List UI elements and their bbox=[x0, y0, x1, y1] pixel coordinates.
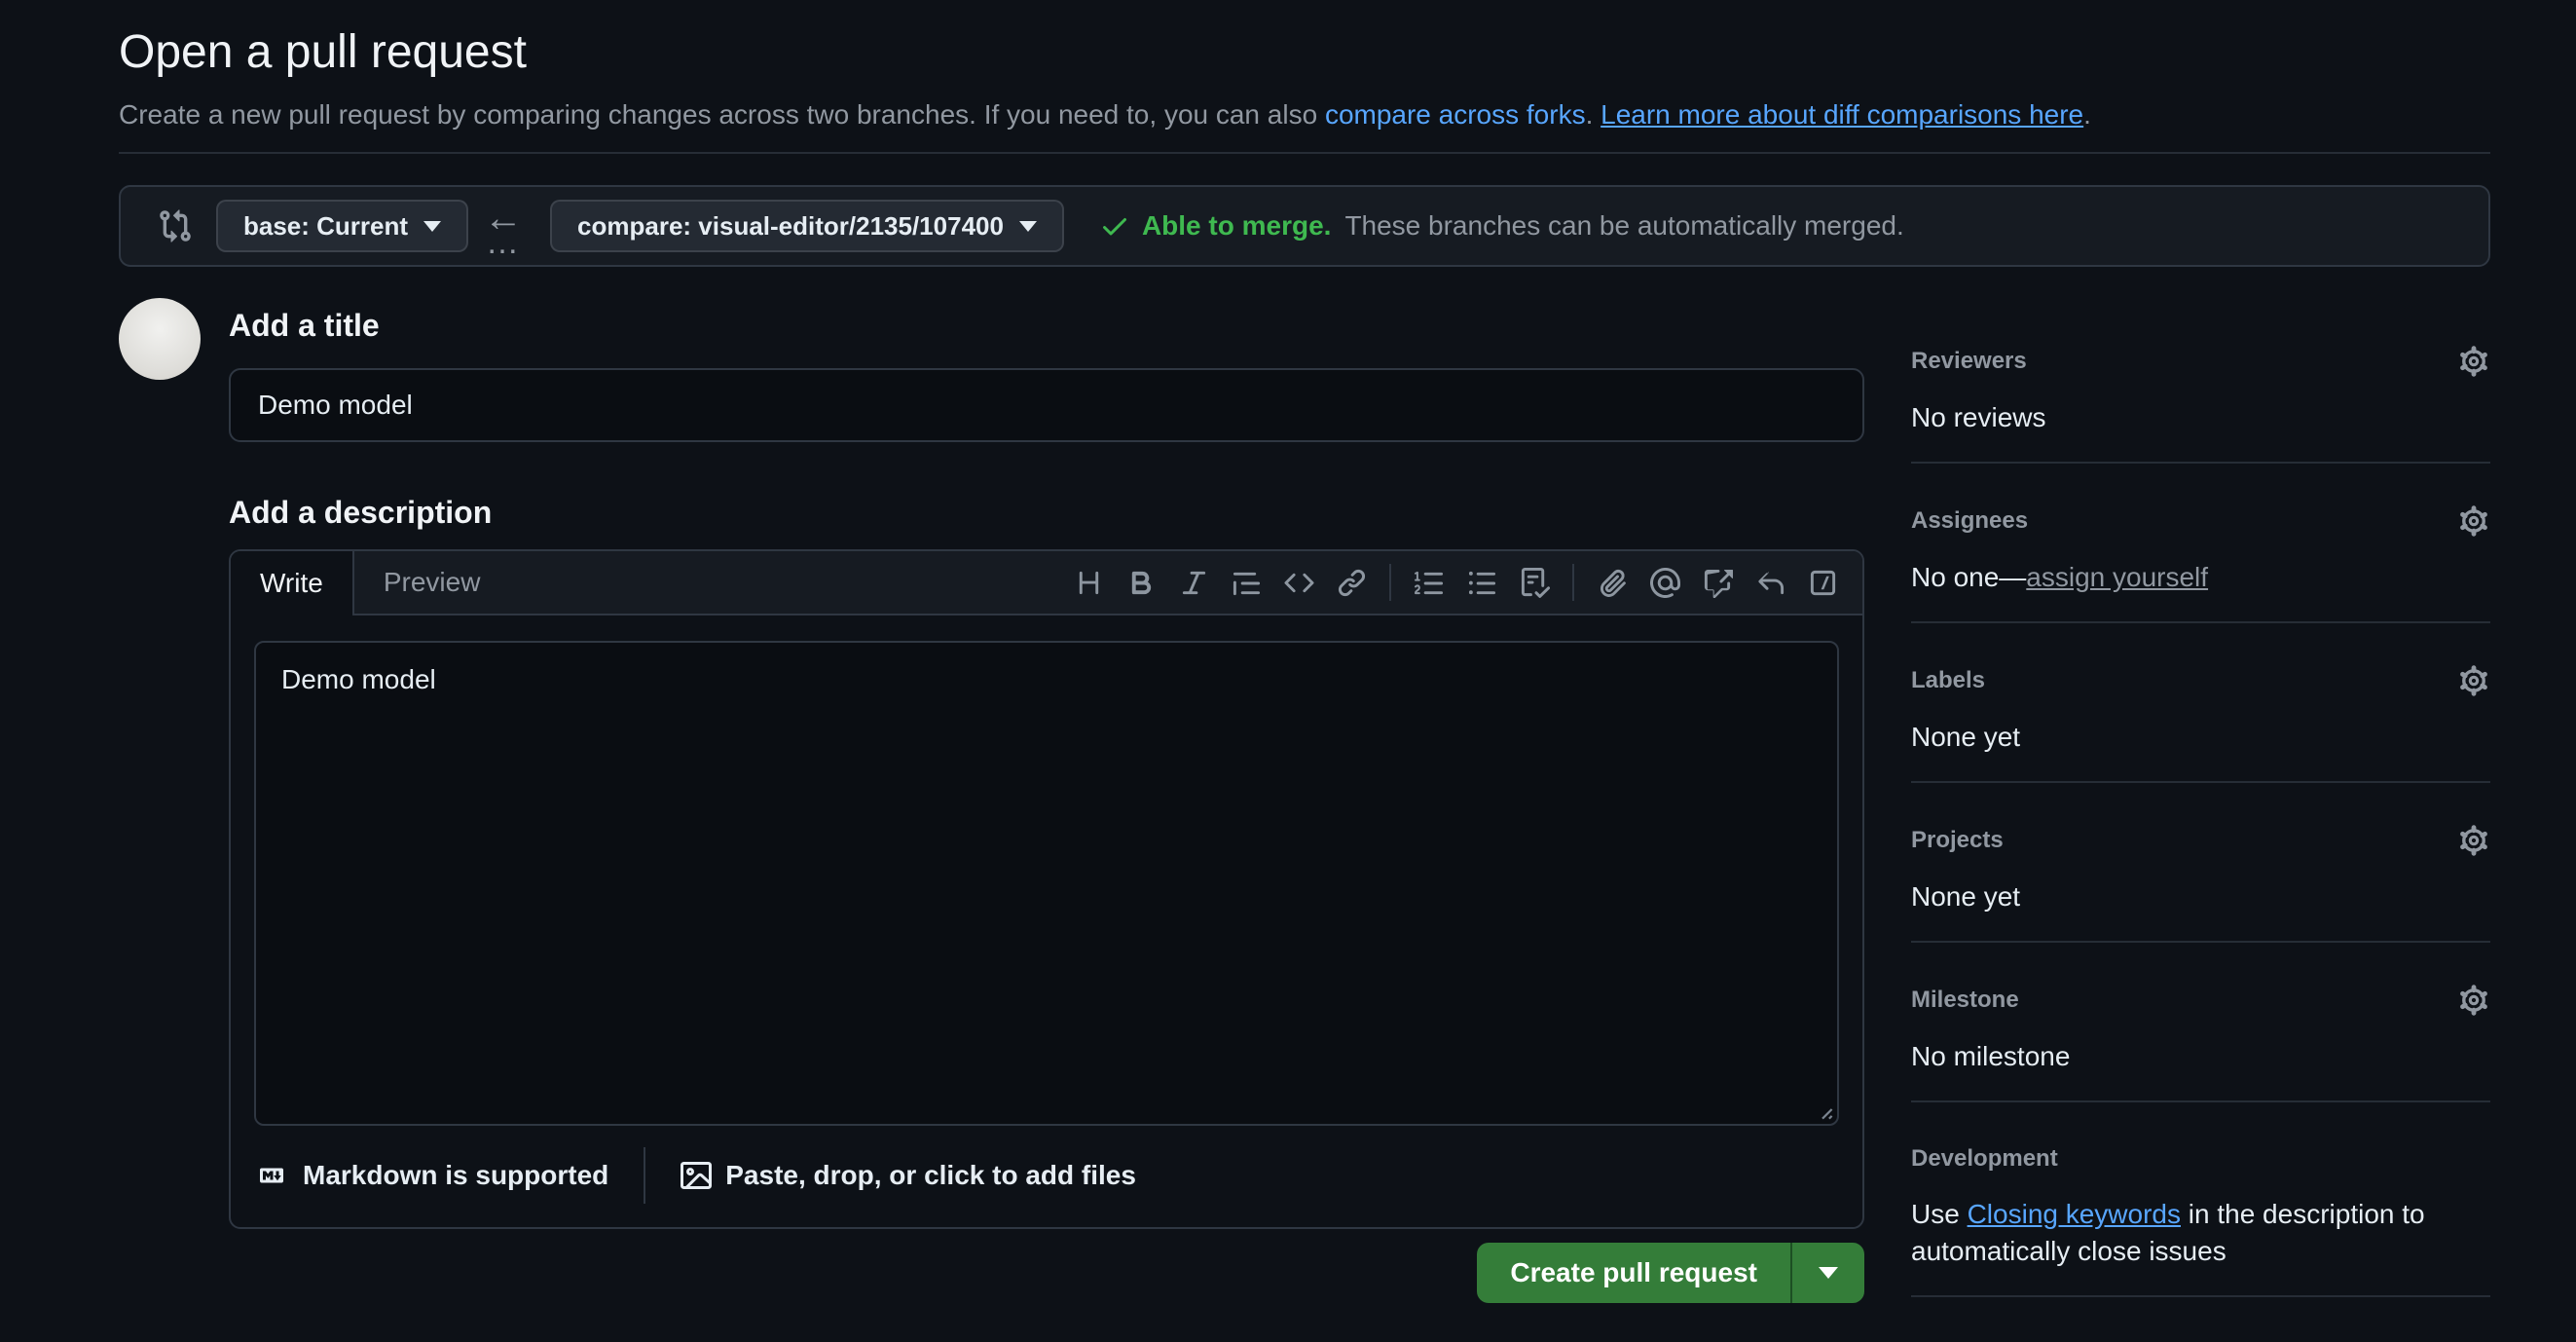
gear-icon[interactable] bbox=[2457, 504, 2490, 538]
merge-status-description: These branches can be automatically merg… bbox=[1344, 210, 1903, 242]
chevron-down-icon bbox=[1019, 221, 1037, 232]
subtitle-text: Create a new pull request by comparing c… bbox=[119, 99, 1325, 130]
pull-request-form: Add a title Add a description Write Prev… bbox=[229, 298, 1864, 1342]
markdown-toolbar bbox=[1066, 551, 1862, 614]
page-title: Open a pull request bbox=[119, 23, 2490, 82]
check-icon bbox=[1099, 210, 1130, 242]
tasklist-icon[interactable] bbox=[1512, 560, 1557, 605]
compare-branch-label: compare: visual-editor/2135/107400 bbox=[577, 211, 1004, 242]
gear-icon[interactable] bbox=[2457, 345, 2490, 378]
diff-comparisons-link[interactable]: Learn more about diff comparisons here bbox=[1601, 99, 2083, 130]
sidebar-section-reviewers: Reviewers No reviews bbox=[1911, 298, 2490, 464]
page-header: Open a pull request Create a new pull re… bbox=[119, 23, 2490, 154]
assign-yourself-link[interactable]: assign yourself bbox=[2026, 562, 2208, 592]
toolbar-divider bbox=[1389, 564, 1391, 601]
numbered-list-icon[interactable] bbox=[1407, 560, 1452, 605]
title-heading: Add a title bbox=[229, 306, 1864, 345]
compare-across-forks-link[interactable]: compare across forks bbox=[1325, 99, 1586, 130]
branch-compare-bar: base: Current ← … compare: visual-editor… bbox=[119, 185, 2490, 267]
slash-commands-icon[interactable] bbox=[1800, 560, 1845, 605]
sidebar: Reviewers No reviews Assignees No one—as… bbox=[1911, 298, 2490, 1342]
markdown-supported-note[interactable]: Markdown is supported bbox=[254, 1160, 608, 1191]
editor-footer: Markdown is supported Paste, drop, or cl… bbox=[254, 1147, 1839, 1204]
chevron-down-icon bbox=[423, 221, 441, 232]
sidebar-section-assignees: Assignees No one—assign yourself bbox=[1911, 464, 2490, 623]
labels-label: Labels bbox=[1911, 665, 1985, 696]
chevron-down-icon bbox=[1819, 1267, 1838, 1279]
sidebar-section-projects: Projects None yet bbox=[1911, 783, 2490, 943]
sidebar-section-labels: Labels None yet bbox=[1911, 623, 2490, 783]
compare-branch-button[interactable]: compare: visual-editor/2135/107400 bbox=[550, 200, 1064, 252]
markdown-editor: Write Preview bbox=[229, 549, 1864, 1229]
avatar bbox=[119, 298, 201, 380]
attach-file-icon[interactable] bbox=[1590, 560, 1635, 605]
tab-write[interactable]: Write bbox=[231, 551, 354, 615]
open-pull-request-page: Open a pull request Create a new pull re… bbox=[0, 0, 2576, 1342]
attach-files-area[interactable]: Paste, drop, or click to add files bbox=[681, 1160, 1136, 1191]
development-value: Use Closing keywords in the description … bbox=[1911, 1196, 2490, 1270]
base-branch-label: base: Current bbox=[243, 211, 408, 242]
milestone-value: No milestone bbox=[1911, 1038, 2490, 1075]
description-textarea[interactable]: Demo model bbox=[254, 641, 1839, 1126]
editor-tabs: Write Preview bbox=[231, 551, 1862, 615]
footer-divider bbox=[644, 1147, 645, 1204]
italic-icon[interactable] bbox=[1171, 560, 1216, 605]
tab-preview[interactable]: Preview bbox=[354, 551, 510, 614]
assignees-value: No one—assign yourself bbox=[1911, 559, 2490, 596]
base-branch-button[interactable]: base: Current bbox=[216, 200, 468, 252]
arrow-left-icon: ← … bbox=[484, 202, 523, 250]
milestone-label: Milestone bbox=[1911, 985, 2019, 1016]
editor-body: Demo model Markdown is supported bbox=[231, 615, 1862, 1227]
code-icon[interactable] bbox=[1276, 560, 1321, 605]
markdown-icon bbox=[254, 1164, 289, 1187]
merge-status-title: Able to merge. bbox=[1142, 210, 1331, 242]
closing-keywords-link[interactable]: Closing keywords bbox=[1968, 1199, 2181, 1229]
title-input[interactable] bbox=[229, 368, 1864, 442]
mention-icon[interactable] bbox=[1642, 560, 1687, 605]
form-actions: Create pull request bbox=[229, 1243, 1864, 1303]
sidebar-section-development: Development Use Closing keywords in the … bbox=[1911, 1102, 2490, 1297]
helpful-resources: Helpful resources GitHub Community Guide… bbox=[1911, 1297, 2490, 1342]
subtitle-period: . bbox=[2083, 99, 2091, 130]
assignees-value-prefix: No one— bbox=[1911, 562, 2026, 592]
gear-icon[interactable] bbox=[2457, 664, 2490, 697]
paste-note-label: Paste, drop, or click to add files bbox=[725, 1160, 1136, 1191]
sidebar-section-milestone: Milestone No milestone bbox=[1911, 943, 2490, 1102]
projects-label: Projects bbox=[1911, 825, 2004, 856]
reviewers-value: No reviews bbox=[1911, 399, 2490, 436]
gear-icon[interactable] bbox=[2457, 824, 2490, 857]
markdown-note-label: Markdown is supported bbox=[303, 1160, 608, 1191]
reply-icon[interactable] bbox=[1748, 560, 1792, 605]
description-heading: Add a description bbox=[229, 493, 1864, 532]
heading-icon[interactable] bbox=[1066, 560, 1111, 605]
development-label: Development bbox=[1911, 1143, 2058, 1174]
gear-icon[interactable] bbox=[2457, 984, 2490, 1017]
cross-reference-icon[interactable] bbox=[1695, 560, 1740, 605]
labels-value: None yet bbox=[1911, 719, 2490, 756]
projects-value: None yet bbox=[1911, 878, 2490, 915]
bold-icon[interactable] bbox=[1119, 560, 1163, 605]
development-value-prefix: Use bbox=[1911, 1199, 1968, 1229]
page-subtitle: Create a new pull request by comparing c… bbox=[119, 95, 2490, 134]
link-icon[interactable] bbox=[1329, 560, 1374, 605]
merge-status: Able to merge. These branches can be aut… bbox=[1099, 210, 1904, 242]
create-pull-request-dropdown-button[interactable] bbox=[1790, 1243, 1864, 1303]
assignees-label: Assignees bbox=[1911, 505, 2028, 537]
toolbar-divider bbox=[1572, 564, 1574, 601]
git-compare-icon bbox=[158, 208, 193, 243]
reviewers-label: Reviewers bbox=[1911, 346, 2027, 377]
create-pull-request-button[interactable]: Create pull request bbox=[1477, 1243, 1790, 1303]
arrow-dots: … bbox=[486, 235, 521, 250]
unordered-list-icon[interactable] bbox=[1459, 560, 1504, 605]
resize-grip[interactable] bbox=[1812, 1099, 1833, 1120]
image-icon bbox=[681, 1160, 712, 1191]
subtitle-separator: . bbox=[1586, 99, 1601, 130]
quote-icon[interactable] bbox=[1224, 560, 1269, 605]
